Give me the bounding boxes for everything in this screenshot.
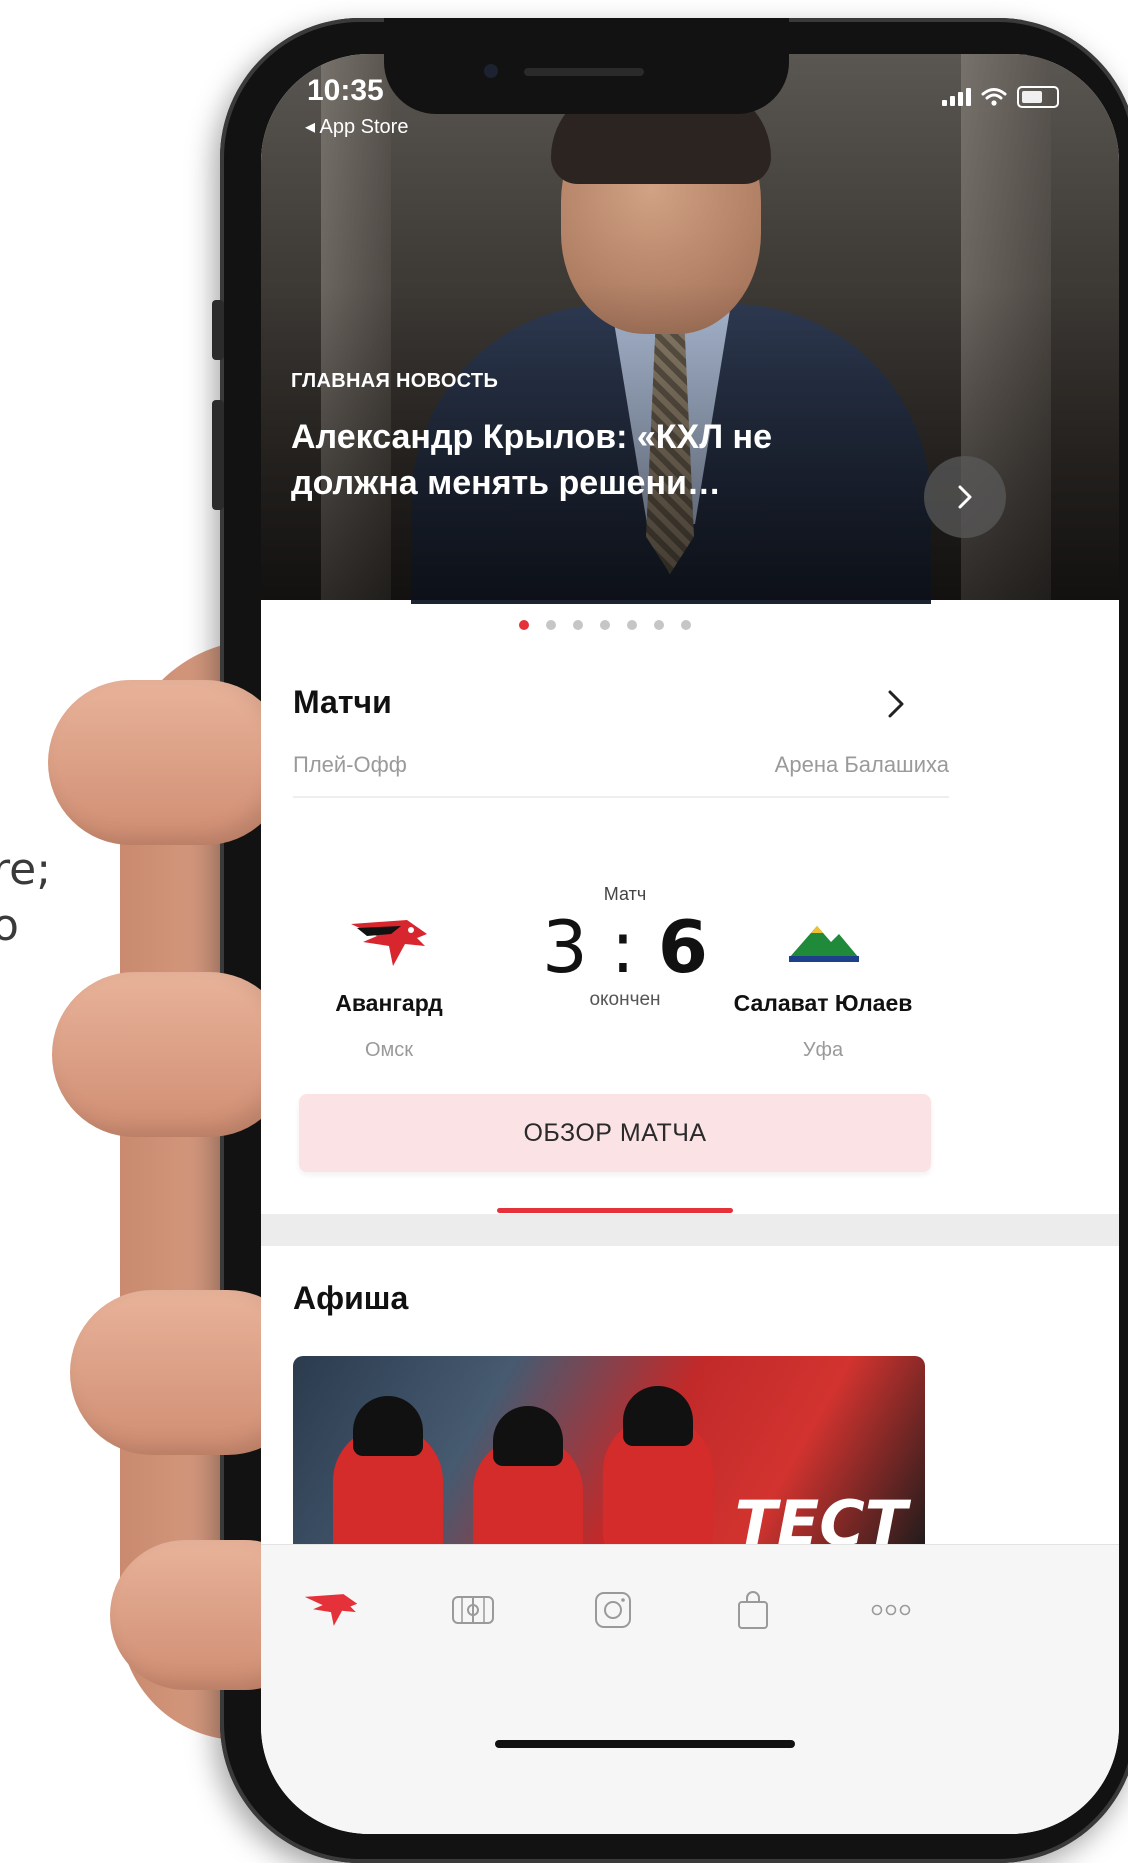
avangard-logo-icon: [351, 920, 427, 966]
afisha-title[interactable]: Афиша: [293, 1280, 408, 1317]
match-stage: Плей-Офф: [293, 752, 407, 777]
carousel-dot[interactable]: [600, 620, 610, 630]
background-text: re; o: [0, 842, 51, 954]
phone-volume-up: [212, 400, 224, 510]
home-team-name: Авангард: [335, 990, 443, 1016]
tab-more[interactable]: [861, 1585, 921, 1635]
away-team-name: Салават Юлаев: [733, 990, 913, 1016]
phone-side-button: [212, 300, 224, 360]
tab-bar: [261, 1544, 1119, 1834]
match-meta-row: Плей-Офф Арена Балашиха: [293, 752, 949, 778]
phone-notch: [384, 18, 789, 114]
carousel-dot[interactable]: [573, 620, 583, 630]
status-back-link[interactable]: ◂ App Store: [305, 114, 408, 139]
battery-icon: [1017, 86, 1059, 108]
rink-icon: [452, 1596, 494, 1624]
salavat-yulaev-logo-icon: [789, 926, 859, 962]
wifi-icon: [981, 88, 1007, 106]
banner-helmet: [623, 1386, 693, 1446]
home-team-city: Омск: [364, 1039, 414, 1061]
carousel-dot[interactable]: [546, 620, 556, 630]
match-label: Матч: [603, 884, 647, 904]
background-text-line-2: o: [0, 900, 19, 951]
tab-matches[interactable]: [443, 1585, 503, 1635]
banner-helmet: [353, 1396, 423, 1456]
instagram-icon: [595, 1592, 631, 1628]
section-separator: [261, 1214, 1119, 1246]
scroll-indicator: [497, 1208, 733, 1213]
background-text-line-1: re;: [0, 844, 52, 895]
finger: [52, 972, 292, 1137]
score-block[interactable]: Матч 3 : 6 окончен: [527, 884, 723, 1011]
hero-next-button[interactable]: [924, 456, 1006, 538]
afisha-banner[interactable]: ТЕСТ: [293, 1356, 925, 1556]
app-screen: ГЛАВНАЯ НОВОСТЬ Александр Крылов: «КХЛ н…: [261, 54, 1119, 1834]
tab-shop[interactable]: [723, 1585, 783, 1635]
home-team[interactable]: Авангард Омск: [289, 916, 489, 1062]
hero-title: Александр Крылов: «КХЛ не должна менять …: [291, 418, 772, 502]
hero-kicker: ГЛАВНАЯ НОВОСТЬ: [291, 370, 499, 392]
divider: [293, 796, 949, 798]
match-status: окончен: [589, 989, 661, 1010]
match-venue: Арена Балашиха: [774, 752, 949, 777]
chevron-right-icon: [958, 485, 972, 509]
away-team-city: Уфа: [802, 1039, 844, 1061]
status-time: 10:35: [307, 74, 384, 107]
carousel-dot[interactable]: [627, 620, 637, 630]
home-score: 3: [542, 905, 588, 989]
away-score: 6: [657, 905, 708, 989]
cellular-signal-icon: [942, 88, 971, 106]
notch-speaker: [524, 68, 644, 76]
tab-home[interactable]: [301, 1585, 361, 1635]
home-indicator[interactable]: [495, 1740, 795, 1748]
match-score: 3 : 6: [527, 911, 723, 983]
status-icons: [942, 86, 1059, 108]
finger: [48, 680, 288, 845]
notch-camera: [484, 64, 498, 78]
more-icon: [871, 1604, 911, 1616]
matches-title[interactable]: Матчи: [293, 684, 392, 721]
carousel-dot[interactable]: [681, 620, 691, 630]
score-separator: :: [610, 905, 635, 989]
match-review-button[interactable]: ОБЗОР МАТЧА: [299, 1094, 931, 1172]
carousel-dot[interactable]: [519, 620, 529, 630]
shop-bag-icon: [738, 1591, 768, 1629]
club-logo-icon: [304, 1594, 358, 1626]
carousel-dot[interactable]: [654, 620, 664, 630]
chevron-right-icon[interactable]: [881, 684, 911, 724]
away-team[interactable]: Салават Юлаев Уфа: [723, 916, 923, 1062]
hero-carousel-dots[interactable]: [519, 620, 691, 630]
tab-instagram[interactable]: [583, 1585, 643, 1635]
banner-helmet: [493, 1406, 563, 1466]
